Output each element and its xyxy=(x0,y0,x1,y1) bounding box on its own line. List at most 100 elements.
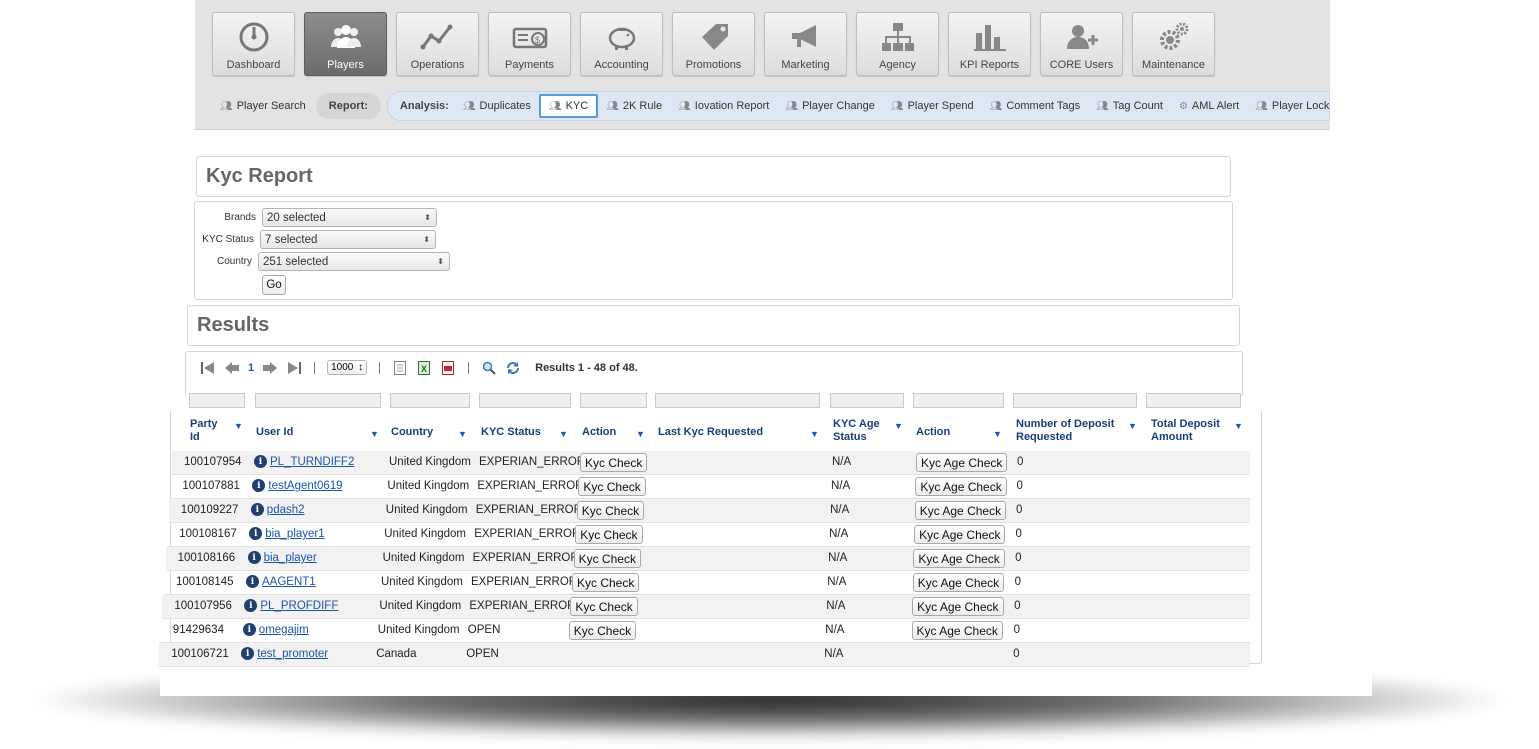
nav-tile-dashboard[interactable]: Dashboard xyxy=(212,12,295,76)
page-size-select[interactable]: 1000 ↕ xyxy=(327,360,368,375)
kyc-check-button[interactable]: Kyc Check xyxy=(573,549,641,568)
filter-kyc-status[interactable] xyxy=(479,393,571,408)
nav-tile-agency[interactable]: Agency xyxy=(856,12,939,76)
user-id-link[interactable]: PL_TURNDIFF2 xyxy=(270,456,354,468)
kyc-check-button[interactable]: Kyc Check xyxy=(575,525,643,544)
kyc-check-button[interactable]: Kyc Check xyxy=(576,501,645,520)
nav-tile-core-users[interactable]: CORE Users xyxy=(1040,12,1123,76)
country-cell: United Kingdom xyxy=(384,528,467,540)
filter-total-deposit[interactable] xyxy=(1146,393,1241,408)
info-icon[interactable]: i xyxy=(244,599,258,612)
kyc-age-check-button[interactable]: Kyc Age Check xyxy=(912,597,1004,616)
user-id-link[interactable]: pdash2 xyxy=(267,504,305,516)
subnav-player-search[interactable]: 👥︎ Player Search xyxy=(212,100,314,112)
brands-select[interactable]: 20 selected ⬍ xyxy=(262,208,437,227)
filter-country[interactable] xyxy=(390,393,470,408)
country-select[interactable]: 251 selected ⬍ xyxy=(258,252,450,271)
header-last-kyc-requested[interactable]: Last Kyc Requested ▼ xyxy=(658,418,821,439)
refresh-icon[interactable] xyxy=(505,361,521,375)
kyc-age-check-button[interactable]: Kyc Age Check xyxy=(915,477,1007,496)
filter-action[interactable] xyxy=(580,393,647,408)
kyc-age-check-button[interactable]: Kyc Age Check xyxy=(914,501,1007,520)
filter-deposits[interactable] xyxy=(1013,393,1137,408)
kyc-age-check-button[interactable]: Kyc Age Check xyxy=(912,573,1005,592)
info-icon[interactable]: i xyxy=(254,455,267,468)
kyc-age-check-button[interactable]: Kyc Age Check xyxy=(914,525,1006,544)
analysis-item-duplicates[interactable]: 👥︎ Duplicates xyxy=(455,100,539,112)
analysis-item-comment-tags[interactable]: 👥︎ Comment Tags xyxy=(982,100,1088,112)
kyc-check-button[interactable]: Kyc Check xyxy=(578,477,646,496)
analysis-item-aml-alert[interactable]: ⚙ AML Alert xyxy=(1171,100,1247,112)
user-id-link[interactable]: AAGENT1 xyxy=(262,576,316,588)
header-kyc-age-status[interactable]: KYC Age Status ▼ xyxy=(833,418,905,444)
filter-last-kyc[interactable] xyxy=(655,393,820,408)
filter-kyc-age-status[interactable] xyxy=(830,393,904,408)
user-id-link[interactable]: omegajim xyxy=(259,624,309,636)
info-icon[interactable]: i xyxy=(252,479,266,492)
info-icon[interactable]: i xyxy=(250,503,264,516)
nav-tile-operations[interactable]: Operations xyxy=(396,12,479,76)
user-id-link[interactable]: bia_player xyxy=(264,552,317,564)
info-icon[interactable]: i xyxy=(246,575,259,588)
first-page-icon[interactable] xyxy=(200,361,216,375)
nav-tile-payments[interactable]: $ Payments xyxy=(488,12,571,76)
nav-tile-players[interactable]: Players xyxy=(304,12,387,76)
results-title: Results xyxy=(197,314,270,336)
header-kyc-status[interactable]: KYC Status ▼ xyxy=(481,418,571,439)
analysis-item-player-change[interactable]: 👥︎ Player Change xyxy=(777,100,882,112)
go-button[interactable]: Go xyxy=(262,275,286,295)
filter-action-2[interactable] xyxy=(913,393,1004,408)
user-id-link[interactable]: testAgent0619 xyxy=(268,480,342,492)
info-icon[interactable]: i xyxy=(241,647,255,660)
pdf-export-icon[interactable] xyxy=(440,360,456,375)
analysis-item-iovation-report[interactable]: 👥︎ Iovation Report xyxy=(670,100,777,112)
header-action-2[interactable]: Action ▼ xyxy=(916,418,1004,439)
user-id-link[interactable]: PL_PROFDIFF xyxy=(260,600,338,612)
analysis-item-player-lock-reason[interactable]: 👥︎Player Lock Reason xyxy=(1247,100,1329,112)
filter-user-id[interactable] xyxy=(255,393,381,408)
analysis-item-2k-rule[interactable]: 👥︎ 2K Rule xyxy=(598,100,670,112)
excel-export-icon[interactable]: X xyxy=(416,360,432,375)
kyc-status-select[interactable]: 7 selected ⬍ xyxy=(260,230,436,249)
add-user-icon xyxy=(1064,17,1100,57)
piggy-bank-icon xyxy=(604,17,640,57)
csv-export-icon[interactable] xyxy=(392,360,408,375)
analysis-item-kyc[interactable]: 👥︎ KYC xyxy=(538,94,599,118)
info-icon[interactable]: i xyxy=(249,527,263,540)
analysis-item-player-spend[interactable]: 👥︎ Player Spend xyxy=(883,100,982,112)
header-user-id[interactable]: User Id ▼ xyxy=(256,418,381,439)
kyc-check-button[interactable]: Kyc Check xyxy=(570,597,638,616)
table-row: 100108167 i bia_player1 United Kingdom EXPER… xyxy=(167,523,1250,547)
nav-tile-accounting[interactable]: Accounting xyxy=(580,12,663,76)
nav-tile-marketing[interactable]: Marketing xyxy=(764,12,847,76)
info-icon[interactable]: i xyxy=(242,623,256,636)
select-arrows-icon: ⬍ xyxy=(423,235,430,244)
kyc-age-check-button[interactable]: Kyc Age Check xyxy=(911,621,1003,640)
org-chart-icon xyxy=(880,17,916,57)
user-id-link[interactable]: test_promoter xyxy=(257,648,328,660)
nav-tile-maintenance[interactable]: Maintenance xyxy=(1132,12,1215,76)
info-icon[interactable]: i xyxy=(247,551,261,564)
next-page-icon[interactable] xyxy=(262,361,278,375)
country-cell: United Kingdom xyxy=(377,624,460,636)
analysis-item-tag-count[interactable]: 👥︎ Tag Count xyxy=(1088,100,1171,112)
kyc-age-check-button[interactable]: Kyc Age Check xyxy=(913,549,1005,568)
header-deposits-requested[interactable]: Number of Deposit Requested ▼ xyxy=(1016,418,1138,444)
search-icon[interactable] xyxy=(481,361,497,375)
kyc-check-button[interactable]: Kyc Check xyxy=(580,453,648,472)
user-id-link[interactable]: bia_player1 xyxy=(265,528,324,540)
players-icon: 👥︎ xyxy=(785,100,799,112)
header-action[interactable]: Action ▼ xyxy=(582,418,648,439)
last-page-icon[interactable] xyxy=(286,361,302,375)
table-row: 100107956 i PL_PROFDIFF United Kingdom EXPER… xyxy=(162,595,1250,619)
header-party-id[interactable]: Party Id ▼ xyxy=(190,418,248,444)
nav-tile-kpi-reports[interactable]: KPI Reports xyxy=(948,12,1031,76)
header-country[interactable]: Country ▼ xyxy=(391,418,470,439)
nav-tile-promotions[interactable]: Promotions xyxy=(672,12,755,76)
kyc-check-button[interactable]: Kyc Check xyxy=(568,621,637,640)
header-total-deposit[interactable]: Total Deposit Amount ▼ xyxy=(1151,418,1243,444)
prev-page-icon[interactable] xyxy=(224,361,240,375)
filter-party-id[interactable] xyxy=(189,393,245,408)
kyc-check-button[interactable]: Kyc Check xyxy=(572,573,640,592)
kyc-age-check-button[interactable]: Kyc Age Check xyxy=(916,453,1008,472)
